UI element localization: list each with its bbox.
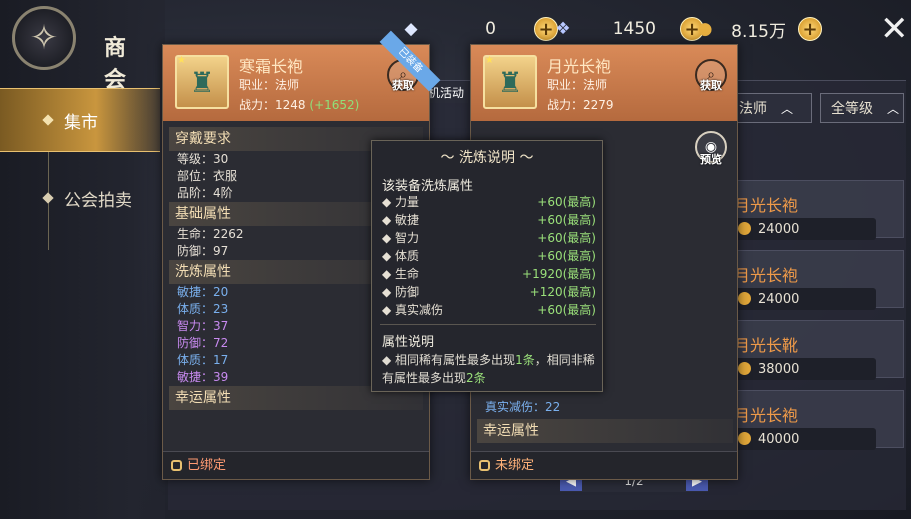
- bind-label: 未绑定: [495, 458, 535, 473]
- power-label: 战力：: [547, 98, 584, 112]
- item-name: 月光长袍: [734, 406, 799, 425]
- note-text: ◆ 相同稀有属性最多出现1条，相同非稀有属性最多出现2条: [382, 353, 595, 385]
- wing-left-icon: 〜: [440, 150, 459, 166]
- power-value: 2279: [583, 98, 614, 112]
- item-name: 月光长靴: [734, 336, 799, 355]
- star-icon: ★: [177, 55, 186, 66]
- item-power: 战力：1248 (+1652): [239, 96, 359, 113]
- attr-max: +1920(最高): [522, 267, 596, 281]
- divider: [380, 324, 596, 325]
- guild-emblem-icon: ✧: [12, 6, 76, 70]
- sidebar-item-market[interactable]: 集市: [0, 88, 160, 152]
- currency-value: 0: [485, 19, 496, 39]
- attr-name: ◆ 生命: [382, 267, 420, 281]
- diamond-icon: ◆: [404, 19, 418, 39]
- attr-name: ◆ 力量: [382, 195, 420, 209]
- acquire-label: 获取: [392, 79, 414, 92]
- item-class: 职业：法师: [547, 78, 608, 92]
- attr-name: ◆ 真实减伤: [382, 303, 444, 317]
- item-price-value: 24000: [758, 221, 800, 237]
- item-class: 职业：法师: [239, 78, 300, 92]
- sidebar-item-label: 集市: [64, 112, 98, 133]
- refine-attr-row: ◆ 体质 +60(最高): [382, 247, 596, 265]
- gold-coin-icon: [738, 292, 751, 305]
- page-title: 商会: [104, 36, 145, 93]
- level-filter-select[interactable]: 全等级 ︿: [820, 93, 904, 123]
- bind-status: 未绑定: [471, 451, 737, 479]
- gold-coin-icon: [738, 222, 751, 235]
- diamond-bullet-icon: [42, 114, 54, 126]
- currency-crystal: ❖ 1450 +: [552, 14, 704, 44]
- card-header: ♜ ★ 寒霜长袍 职业：法师 战力：1248 (+1652) ⌕ 获取: [163, 45, 429, 121]
- gold-coin-icon: [738, 362, 751, 375]
- class-filter-value: 法师: [739, 101, 767, 117]
- tooltip-title-text: 洗炼说明: [459, 150, 515, 166]
- sidebar-item-label: 公会拍卖: [64, 190, 132, 211]
- preview-label: 预览: [700, 153, 722, 166]
- tooltip-title: 〜 洗炼说明 〜: [372, 147, 602, 167]
- refine-attr-row: ◆ 力量 +60(最高): [382, 193, 596, 211]
- refine-attr-row: ◆ 防御 +120(最高): [382, 283, 596, 301]
- attr-name: ◆ 防御: [382, 285, 420, 299]
- attr-line: 真实减伤：22: [485, 400, 561, 414]
- lock-icon: [479, 460, 490, 471]
- gold-coin-icon: [738, 432, 751, 445]
- refine-attr-row: ◆ 真实减伤 +60(最高): [382, 301, 596, 319]
- sidebar-item-guild-auction[interactable]: 公会拍卖: [0, 166, 160, 230]
- lock-icon: [171, 460, 182, 471]
- attr-name: ◆ 体质: [382, 249, 420, 263]
- chevron-up-icon: ︿: [887, 101, 900, 116]
- item-price-value: 24000: [758, 291, 800, 307]
- attr-max: +60(最高): [537, 213, 596, 227]
- item-price-value: 38000: [758, 361, 800, 377]
- tooltip-subtitle: 该装备洗炼属性: [382, 179, 474, 194]
- refine-attr-row: ◆ 敏捷 +60(最高): [382, 211, 596, 229]
- item-name: 月光长袍: [734, 266, 799, 285]
- attr-max: +60(最高): [537, 249, 596, 263]
- currency-diamond: ◆ 0 +: [400, 14, 558, 44]
- bind-status: 已绑定: [163, 451, 429, 479]
- chevron-up-icon: ︿: [781, 101, 794, 116]
- bind-label: 已绑定: [187, 458, 227, 473]
- item-price-value: 40000: [758, 431, 800, 447]
- attr-name: ◆ 智力: [382, 231, 420, 245]
- wing-right-icon: 〜: [515, 150, 534, 166]
- refine-tooltip: 〜 洗炼说明 〜 该装备洗炼属性 ◆ 力量 +60(最高) ◆ 敏捷 +60(最高)…: [371, 140, 603, 392]
- add-gold-button[interactable]: +: [798, 17, 822, 41]
- currency-value: 8.15万: [731, 21, 786, 42]
- diamond-bullet-icon: [42, 192, 54, 204]
- note-title: 属性说明: [382, 335, 435, 350]
- currency-gold: ● 8.15万 +: [694, 14, 822, 44]
- refine-attr-row: ◆ 生命 +1920(最高): [382, 265, 596, 283]
- power-delta: (+1652): [309, 98, 360, 112]
- power-value: 1248: [275, 98, 306, 112]
- crystal-icon: ❖: [555, 19, 571, 39]
- item-name: 月光长袍: [734, 196, 799, 215]
- refine-attr-list: ◆ 力量 +60(最高) ◆ 敏捷 +60(最高) ◆ 智力 +60(最高) ◆ 体质…: [382, 193, 596, 319]
- item-price: 24000: [734, 218, 876, 240]
- class-filter-select[interactable]: 法师 ︿: [728, 93, 812, 123]
- item-price: 40000: [734, 428, 876, 450]
- section-header: 幸运属性: [477, 419, 733, 443]
- close-icon[interactable]: ✕: [880, 12, 909, 46]
- card-header: ♜ ★ 月光长袍 职业：法师 战力：2279 ⌕ 获取: [471, 45, 737, 121]
- level-filter-value: 全等级: [831, 101, 873, 117]
- attr-name: ◆ 敏捷: [382, 213, 420, 227]
- power-label: 战力：: [239, 98, 276, 112]
- item-name: 寒霜长袍: [239, 57, 304, 76]
- attr-max: +60(最高): [537, 303, 596, 317]
- item-name: 月光长袍: [547, 57, 612, 76]
- acquire-label: 获取: [700, 79, 722, 92]
- item-power: 战力：2279: [547, 96, 614, 113]
- sidebar: ✧ 商会 集市 公会拍卖: [0, 0, 165, 519]
- attr-max: +60(最高): [537, 231, 596, 245]
- refine-attr-row: ◆ 智力 +60(最高): [382, 229, 596, 247]
- star-icon: ★: [485, 55, 494, 66]
- attr-max: +60(最高): [537, 195, 596, 209]
- item-price: 24000: [734, 288, 876, 310]
- currency-value: 1450: [612, 19, 656, 39]
- attr-max: +120(最高): [529, 285, 596, 299]
- gold-coin-icon: ●: [697, 19, 713, 39]
- item-price: 38000: [734, 358, 876, 380]
